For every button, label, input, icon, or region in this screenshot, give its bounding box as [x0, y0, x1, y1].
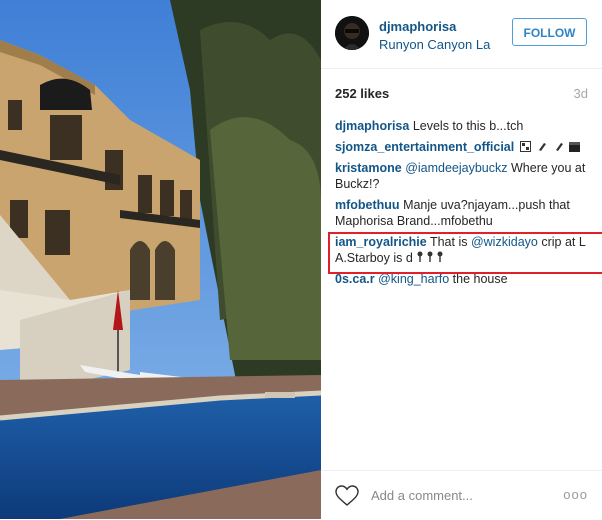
- avatar-image: [335, 16, 369, 50]
- heart-icon[interactable]: [335, 485, 359, 512]
- post-header: djmaphorisa Runyon Canyon La FOLLOW: [321, 0, 602, 69]
- location-link[interactable]: Runyon Canyon La: [379, 37, 490, 52]
- villa-pool-photo: [0, 0, 321, 519]
- comments-list: djmaphorisa Levels to this b...tch sjomz…: [328, 118, 602, 292]
- comment-2: sjomza_entertainment_official: [335, 139, 593, 155]
- comment-mention[interactable]: @iamdeejaybuckz: [405, 161, 507, 175]
- comment-text: Levels to this b...tch: [412, 119, 524, 133]
- post-details-panel: djmaphorisa Runyon Canyon La FOLLOW 252 …: [321, 0, 602, 519]
- username-link[interactable]: djmaphorisa: [379, 19, 456, 34]
- comment-username[interactable]: mfobethuu: [335, 198, 400, 212]
- comment-4: mfobethuu Manje uva?njayam...push that M…: [335, 197, 593, 229]
- add-comment-bar: Add a comment... ooo: [321, 470, 602, 520]
- post-photo[interactable]: [0, 0, 321, 519]
- comment-1: djmaphorisa Levels to this b...tch: [335, 118, 593, 134]
- add-comment-input[interactable]: Add a comment...: [371, 488, 473, 503]
- comment-text: the house: [449, 272, 508, 286]
- comment-username[interactable]: sjomza_entertainment_official: [335, 140, 514, 154]
- post-age[interactable]: 3d: [574, 86, 588, 101]
- follow-button[interactable]: FOLLOW: [512, 18, 587, 46]
- comment-username[interactable]: 0s.ca.r: [335, 272, 375, 286]
- clapper-board-icon: [569, 142, 581, 152]
- instagram-post: djmaphorisa Runyon Canyon La FOLLOW 252 …: [0, 0, 602, 519]
- microscope-icon: [539, 143, 547, 151]
- likes-count[interactable]: 252 likes: [335, 86, 389, 101]
- more-options-icon[interactable]: ooo: [563, 487, 588, 502]
- avatar[interactable]: [335, 16, 369, 50]
- comment-3: kristamone @iamdeejaybuckz Where you at …: [335, 160, 593, 192]
- comment-username[interactable]: djmaphorisa: [335, 119, 409, 133]
- comment-mention[interactable]: @king_harfo: [378, 272, 449, 286]
- microscope-icon: [555, 143, 563, 151]
- emoji-sequence-icon: [518, 140, 581, 154]
- film-frame-icon: [519, 141, 531, 152]
- comment-username[interactable]: kristamone: [335, 161, 402, 175]
- highlighted-comment-box: [328, 232, 602, 274]
